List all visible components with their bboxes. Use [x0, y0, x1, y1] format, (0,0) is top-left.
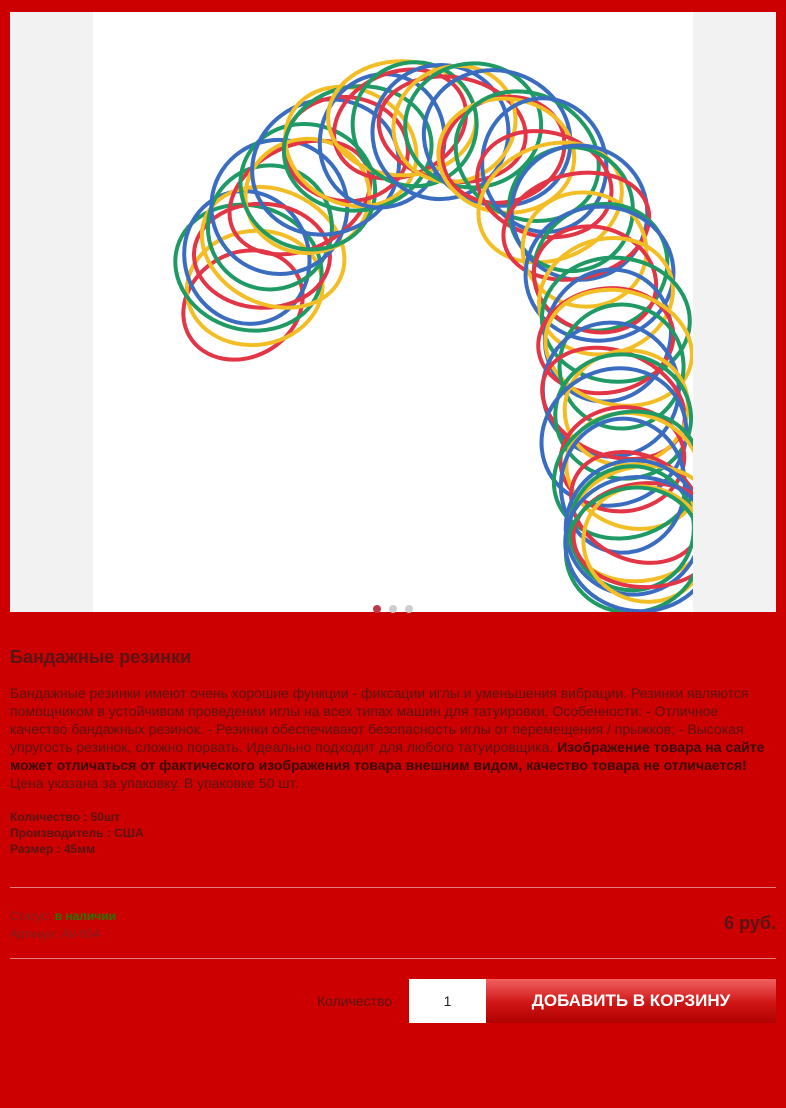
product-image[interactable]	[93, 12, 693, 612]
product-price: 6 руб.	[724, 913, 776, 933]
product-description: Бандажные резинки имеют очень хорошие фу…	[10, 684, 776, 792]
divider-bottom	[10, 958, 776, 959]
divider-top	[10, 887, 776, 888]
status-label: Статус:	[10, 909, 52, 923]
product-gallery[interactable]	[10, 12, 776, 613]
product-specs: Количество : 50шт Производитель : США Ра…	[10, 809, 144, 857]
spec-manufacturer: Производитель : США	[10, 826, 144, 840]
gallery-dot-2[interactable]	[389, 605, 397, 613]
quantity-label: Количество	[317, 993, 393, 1009]
add-to-cart-button[interactable]: ДОБАВИТЬ В КОРЗИНУ	[486, 979, 776, 1023]
spec-quantity: Количество : 50шт	[10, 810, 120, 824]
gallery-pagination	[10, 605, 776, 613]
sku-label: Артикул: AV-004	[10, 927, 100, 941]
quantity-input[interactable]	[409, 979, 486, 1023]
spec-size: Размер : 45мм	[10, 842, 95, 856]
product-title: Бандажные резинки	[10, 647, 192, 667]
gallery-dot-1[interactable]	[373, 605, 381, 613]
rubber-bands-image	[173, 59, 693, 612]
gallery-dot-3[interactable]	[405, 605, 413, 613]
price-note: Цена указана за упаковку. В упаковке 50 …	[10, 775, 299, 791]
status-badge: в наличии	[54, 909, 116, 923]
product-status: Статус: в наличии Артикул: AV-004	[10, 907, 116, 943]
